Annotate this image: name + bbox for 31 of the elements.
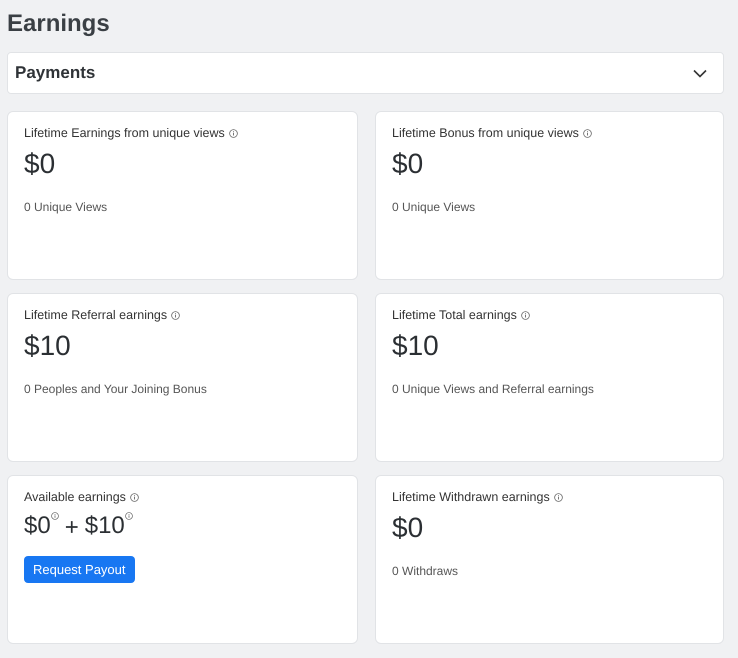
info-icon bbox=[124, 512, 133, 520]
accordion-label: Payments bbox=[15, 63, 96, 83]
info-icon bbox=[171, 310, 180, 320]
card-label: Lifetime Earnings from unique views bbox=[24, 126, 225, 140]
card-label: Lifetime Total earnings bbox=[392, 308, 517, 322]
amount: $0 bbox=[24, 512, 51, 540]
request-payout-button[interactable]: Request Payout bbox=[24, 556, 135, 583]
amount: $0 bbox=[392, 512, 424, 544]
card-label: Lifetime Referral earnings bbox=[24, 308, 168, 322]
amount: $10 bbox=[84, 512, 125, 540]
card-note: 0 Peoples and Your Joining Bonus bbox=[24, 382, 207, 396]
info-icon bbox=[554, 492, 563, 502]
plus-sign: + bbox=[64, 513, 79, 542]
card-label: Lifetime Bonus from unique views bbox=[392, 126, 579, 140]
card-note: 0 Unique Views bbox=[24, 200, 108, 214]
card-label: Available earnings bbox=[24, 490, 126, 504]
card-label: Lifetime Withdrawn earnings bbox=[392, 490, 550, 504]
info-icon bbox=[130, 492, 139, 502]
card-note: 0 Unique Views and Referral earnings bbox=[392, 382, 594, 396]
card-note: 0 Withdraws bbox=[392, 564, 458, 578]
info-icon bbox=[228, 128, 238, 138]
card-note: 0 Unique Views bbox=[392, 200, 476, 214]
amount: $10 bbox=[392, 330, 439, 362]
amount: $0 bbox=[24, 148, 56, 180]
page-title: Earnings bbox=[7, 10, 111, 38]
info-icon bbox=[50, 512, 59, 520]
info-icon bbox=[520, 310, 530, 320]
info-icon bbox=[582, 128, 592, 138]
amount: $10 bbox=[24, 330, 71, 362]
amount: $0 bbox=[392, 148, 424, 180]
payments-accordion[interactable]: Payments bbox=[7, 52, 724, 94]
